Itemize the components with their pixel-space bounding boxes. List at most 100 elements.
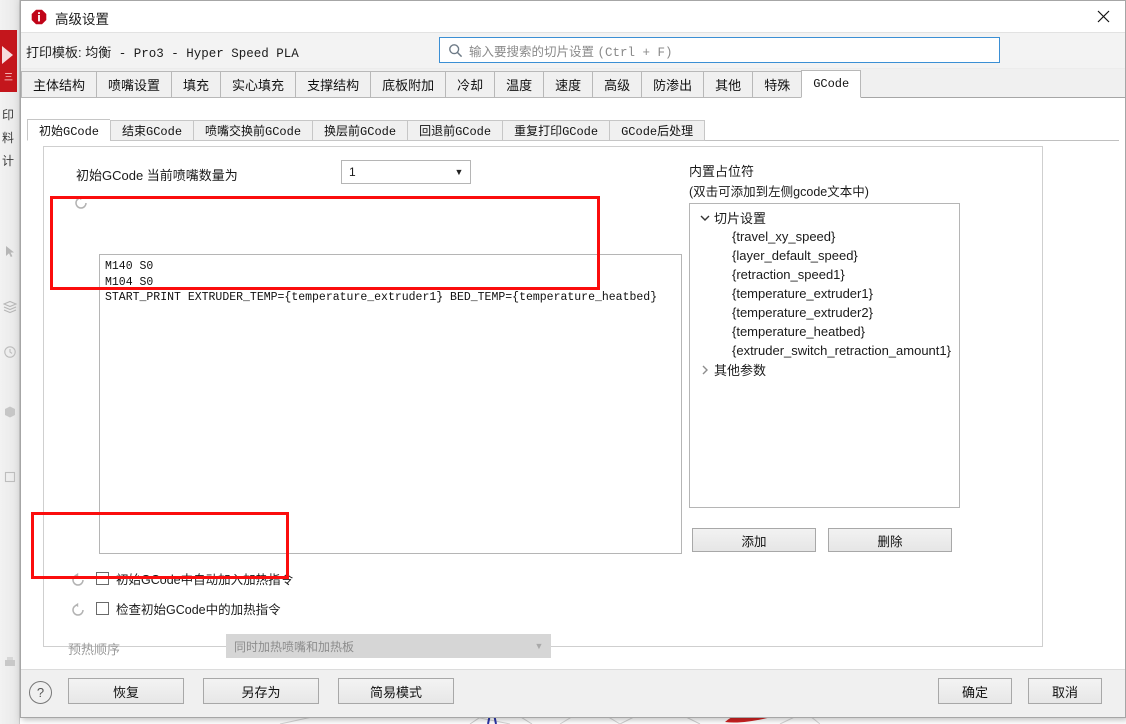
tab-label: GCode — [813, 77, 850, 91]
tab-advanced[interactable]: 高级 — [592, 71, 642, 98]
tab-label: 高级 — [604, 78, 631, 93]
tab-label: 速度 — [555, 78, 582, 93]
tab-gcode[interactable]: GCode — [801, 70, 862, 98]
subtab-label: GCode后处理 — [621, 125, 694, 139]
tab-label: 特殊 — [764, 78, 791, 93]
subtab-label: 回退前GCode — [419, 125, 492, 139]
dialog-title: 高级设置 — [55, 12, 109, 27]
subtab-gcode-postprocess[interactable]: GCode后处理 — [609, 120, 706, 141]
background-rail-char-3: 计 — [2, 154, 15, 168]
auto-heat-checkbox-row[interactable]: 初始GCode中自动加入加热指令 — [70, 569, 293, 588]
nozzle-count-value: 1 — [349, 165, 356, 179]
delete-placeholder-button[interactable]: 删除 — [828, 528, 952, 552]
search-placeholder-text: 输入要搜索的切片设置 (Ctrl + F) — [469, 41, 673, 60]
tab-main-structure[interactable]: 主体结构 — [21, 71, 97, 98]
tab-label: 防渗出 — [653, 78, 693, 93]
placeholder-item[interactable]: {extruder_switch_retraction_amount1} — [690, 341, 959, 360]
print-template-name-cn: 均衡 — [85, 45, 112, 60]
subtab-start-gcode[interactable]: 初始GCode — [27, 119, 111, 141]
placeholder-item[interactable]: {retraction_speed1} — [690, 265, 959, 284]
background-rail-char-2: 料 — [2, 131, 15, 145]
delete-button-label: 删除 — [877, 534, 903, 549]
reset-icon-auto-heat[interactable] — [70, 572, 86, 588]
print-template-prefix: 打印模板: — [26, 45, 86, 60]
close-icon[interactable] — [1081, 1, 1125, 32]
tab-label: 填充 — [183, 78, 210, 93]
print-template-label: 打印模板: 均衡 - Pro3 - Hyper Speed PLA — [26, 42, 299, 61]
tab-temperature[interactable]: 温度 — [494, 71, 544, 98]
preheat-order-value: 同时加热喷嘴和加热板 — [234, 639, 355, 654]
tree-group-other-params[interactable]: 其他参数 — [690, 360, 959, 379]
placeholders-tree[interactable]: 切片设置 {travel_xy_speed} {layer_default_sp… — [689, 203, 960, 508]
subtab-end-gcode[interactable]: 结束GCode — [110, 120, 194, 141]
reset-icon-check-heat[interactable] — [70, 602, 86, 618]
subtab-before-retraction-gcode[interactable]: 回退前GCode — [407, 120, 503, 141]
tab-speed[interactable]: 速度 — [543, 71, 593, 98]
simple-mode-button[interactable]: 简易模式 — [338, 678, 454, 704]
tab-support[interactable]: 支撑结构 — [295, 71, 371, 98]
tab-bed-adhesion[interactable]: 底板附加 — [370, 71, 446, 98]
tab-other[interactable]: 其他 — [703, 71, 753, 98]
tree-group-slice-settings[interactable]: 切片设置 — [690, 208, 959, 227]
ok-button[interactable]: 确定 — [938, 678, 1012, 704]
gcode-content-groupbox: 初始GCode 当前喷嘴数量为 1 ▼ M140 S0 M104 S0 STAR… — [43, 146, 1043, 658]
save-as-button[interactable]: 另存为 — [203, 678, 319, 704]
checkbox-check-heat[interactable] — [96, 602, 109, 615]
search-placeholder-hint: (Ctrl + F) — [597, 45, 673, 60]
preheat-order-dropdown: 同时加热喷嘴和加热板 ▼ — [226, 634, 551, 658]
search-icon — [448, 43, 463, 58]
ok-button-label: 确定 — [961, 684, 988, 700]
placeholder-item[interactable]: {travel_xy_speed} — [690, 227, 959, 246]
gcode-panel: 初始GCode 结束GCode 喷嘴交换前GCode 换层前GCode 回退前G… — [21, 97, 1125, 669]
print-template-name-rest: - Pro3 - Hyper Speed PLA — [111, 47, 299, 61]
help-icon[interactable]: ? — [29, 681, 52, 704]
tab-anti-ooze[interactable]: 防渗出 — [641, 71, 704, 98]
tab-label: 其他 — [715, 78, 742, 93]
subtab-label: 初始GCode — [39, 124, 100, 139]
tab-nozzle-settings[interactable]: 喷嘴设置 — [96, 71, 172, 98]
subtab-label: 换层前GCode — [324, 125, 397, 139]
background-rail-printer-icon — [3, 655, 17, 669]
save-as-button-label: 另存为 — [241, 684, 281, 700]
checkbox-auto-heat[interactable] — [96, 572, 109, 585]
chevron-down-icon[interactable] — [696, 213, 714, 223]
placeholders-subtitle: (双击可添加到左侧gcode文本中) — [689, 185, 869, 199]
placeholders-title: 内置占位符 — [689, 164, 755, 179]
chevron-right-icon[interactable] — [696, 365, 714, 375]
advanced-settings-dialog: 高级设置 打印模板: 均衡 - Pro3 - Hyper Speed PLA 输… — [20, 0, 1126, 718]
restore-button[interactable]: 恢复 — [68, 678, 184, 704]
placeholder-item[interactable]: {temperature_extruder2} — [690, 303, 959, 322]
tab-infill[interactable]: 填充 — [171, 71, 221, 98]
add-placeholder-button[interactable]: 添加 — [692, 528, 816, 552]
cancel-button-label: 取消 — [1051, 684, 1078, 700]
background-brand-logo — [0, 30, 17, 92]
nozzle-count-dropdown[interactable]: 1 ▼ — [341, 160, 471, 184]
background-rail-cursor-icon — [3, 245, 17, 259]
gcode-sub-tab-strip: 初始GCode 结束GCode 喷嘴交换前GCode 换层前GCode 回退前G… — [27, 119, 1119, 141]
search-input[interactable]: 输入要搜索的切片设置 (Ctrl + F) — [439, 37, 1000, 63]
subtab-repeat-print-gcode[interactable]: 重复打印GCode — [502, 120, 610, 141]
tab-solid-infill[interactable]: 实心填充 — [220, 71, 296, 98]
placeholder-item[interactable]: {temperature_extruder1} — [690, 284, 959, 303]
preheat-order-label: 预热顺序 — [68, 642, 121, 657]
placeholder-item[interactable]: {layer_default_speed} — [690, 246, 959, 265]
help-icon-label: ? — [36, 685, 45, 700]
subtab-before-nozzle-swap-gcode[interactable]: 喷嘴交换前GCode — [193, 120, 313, 141]
tab-cooling[interactable]: 冷却 — [445, 71, 495, 98]
checkbox-auto-heat-label: 初始GCode中自动加入加热指令 — [116, 573, 294, 587]
tree-group-label: 切片设置 — [714, 211, 767, 226]
reset-icon-gcode-editor[interactable] — [73, 195, 89, 211]
subtab-before-layer-change-gcode[interactable]: 换层前GCode — [312, 120, 408, 141]
placeholder-item[interactable]: {temperature_heatbed} — [690, 322, 959, 341]
tab-label: 温度 — [506, 78, 533, 93]
check-heat-command-checkbox-row[interactable]: 检查初始GCode中的加热指令 — [70, 599, 281, 618]
tab-special[interactable]: 特殊 — [752, 71, 802, 98]
simple-mode-button-label: 简易模式 — [369, 684, 422, 700]
start-gcode-textarea[interactable]: M140 S0 M104 S0 START_PRINT EXTRUDER_TEM… — [99, 254, 682, 554]
subtab-label: 结束GCode — [122, 125, 183, 139]
subtab-label: 喷嘴交换前GCode — [205, 125, 302, 139]
cancel-button[interactable]: 取消 — [1028, 678, 1102, 704]
background-rail-cube-icon — [3, 405, 17, 419]
checkbox-check-heat-label: 检查初始GCode中的加热指令 — [116, 603, 281, 617]
tab-label: 支撑结构 — [307, 78, 360, 93]
